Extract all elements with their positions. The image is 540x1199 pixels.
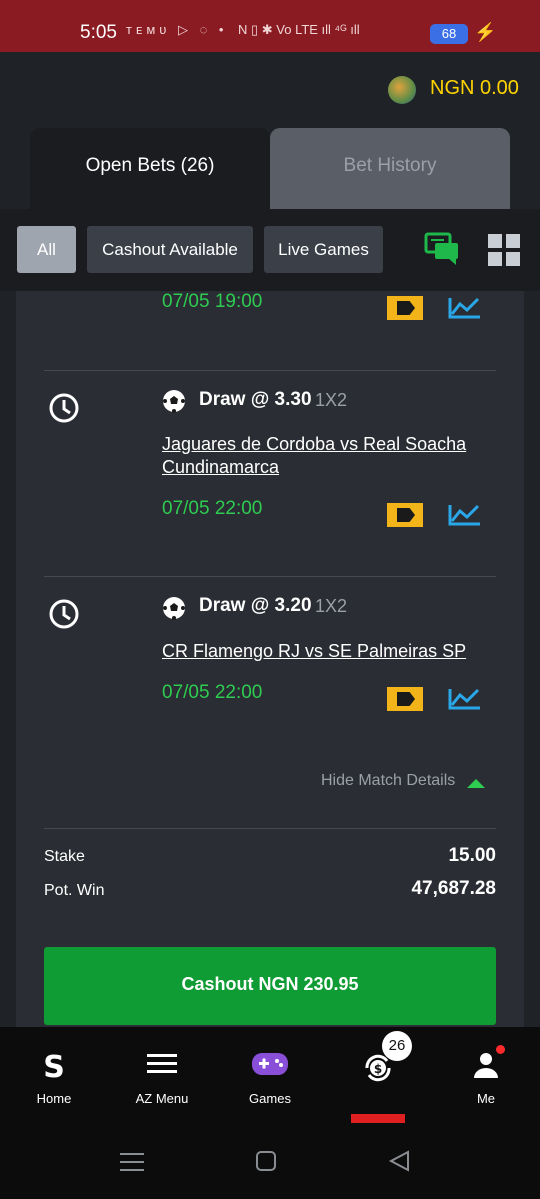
nav-label: AZ Menu xyxy=(135,1091,189,1106)
live-tv-icon[interactable] xyxy=(387,503,423,527)
stake-value: 15.00 xyxy=(448,845,496,866)
tab-open-bets[interactable]: Open Bets (26) xyxy=(30,128,270,210)
clock-icon xyxy=(49,599,79,629)
pot-win-value: 47,687.28 xyxy=(411,878,496,899)
charging-icon: ⚡ xyxy=(474,22,497,42)
hide-match-details-toggle[interactable]: Hide Match Details xyxy=(321,772,455,790)
system-nav-bar xyxy=(0,1129,540,1199)
sportybet-logo-icon: S xyxy=(43,1051,65,1081)
status-notification-icons: ᴛᴇᴍᴜ ▷ ◌ • xyxy=(126,22,228,37)
user-icon xyxy=(474,1053,498,1078)
bet-pick: Draw @ 3.30 xyxy=(199,389,312,410)
match-date: 07/05 22:00 xyxy=(162,682,263,703)
active-tab-indicator xyxy=(351,1114,405,1123)
summary-divider xyxy=(44,828,496,829)
svg-text:S: S xyxy=(43,1051,65,1081)
bet-divider xyxy=(44,576,496,577)
bottom-nav: S Home AZ Menu Games $ Me xyxy=(0,1027,540,1129)
nav-label: Games xyxy=(249,1091,291,1106)
gamepad-icon xyxy=(252,1053,288,1075)
svg-text:$: $ xyxy=(374,1062,382,1076)
pot-win-label: Pot. Win xyxy=(44,882,105,899)
soccer-ball-icon xyxy=(163,390,185,413)
match-date: 07/05 19:00 xyxy=(162,291,263,312)
bet-market: 1X2 xyxy=(315,390,348,410)
bet-pick: Draw @ 3.20 xyxy=(199,595,312,616)
status-bar: 5:05 ᴛᴇᴍᴜ ▷ ◌ • N ▯ ✱ Vo LTE ıll ⁴ᴳ ıll … xyxy=(0,0,540,52)
bet-market: 1X2 xyxy=(315,596,348,616)
caret-up-icon[interactable] xyxy=(467,779,485,788)
filter-cashout-available[interactable]: Cashout Available xyxy=(87,226,253,273)
stats-chart-icon[interactable] xyxy=(448,685,482,711)
stats-chart-icon[interactable] xyxy=(448,294,482,320)
live-tv-icon[interactable] xyxy=(387,687,423,711)
battery-level: 68 xyxy=(441,26,457,41)
nav-home[interactable]: S Home xyxy=(9,1027,99,1129)
chat-icon[interactable] xyxy=(424,232,460,266)
status-time: 5:05 xyxy=(80,22,117,43)
battery-icon: 68 xyxy=(430,24,468,44)
account-balance[interactable]: NGN 0.00 xyxy=(430,77,519,100)
nav-games[interactable]: Games xyxy=(225,1027,315,1129)
soccer-ball-icon xyxy=(163,597,185,620)
back-button-icon[interactable] xyxy=(388,1150,410,1172)
stats-chart-icon[interactable] xyxy=(448,501,482,527)
home-button-icon[interactable] xyxy=(256,1151,276,1171)
bet-tabs: Open Bets (26) Bet History xyxy=(30,128,510,210)
stake-label: Stake xyxy=(44,848,85,865)
hamburger-menu-icon xyxy=(147,1054,177,1073)
cashout-button[interactable]: Cashout NGN 230.95 xyxy=(44,947,496,1025)
match-teams-link[interactable]: CR Flamengo RJ vs SE Palmeiras SP xyxy=(162,640,482,663)
clock-icon xyxy=(49,393,79,423)
open-bets-count-badge: 26 xyxy=(382,1031,412,1061)
avatar[interactable] xyxy=(388,76,416,104)
live-tv-icon[interactable] xyxy=(387,296,423,320)
nav-me[interactable]: Me xyxy=(441,1027,531,1129)
recent-apps-icon[interactable] xyxy=(120,1151,144,1173)
grid-view-icon[interactable] xyxy=(488,234,520,266)
match-date: 07/05 22:00 xyxy=(162,498,263,519)
nav-label: Home xyxy=(36,1091,72,1106)
tab-bet-history[interactable]: Bet History xyxy=(270,128,510,210)
filter-live-games[interactable]: Live Games xyxy=(264,226,383,273)
nav-label: Me xyxy=(476,1091,496,1106)
match-teams-link[interactable]: Jaguares de Cordoba vs Real Soacha Cundi… xyxy=(162,433,482,479)
notification-dot xyxy=(496,1045,505,1054)
nav-az-menu[interactable]: AZ Menu xyxy=(117,1027,207,1129)
filter-all[interactable]: All xyxy=(17,226,76,273)
bet-divider xyxy=(44,370,496,371)
